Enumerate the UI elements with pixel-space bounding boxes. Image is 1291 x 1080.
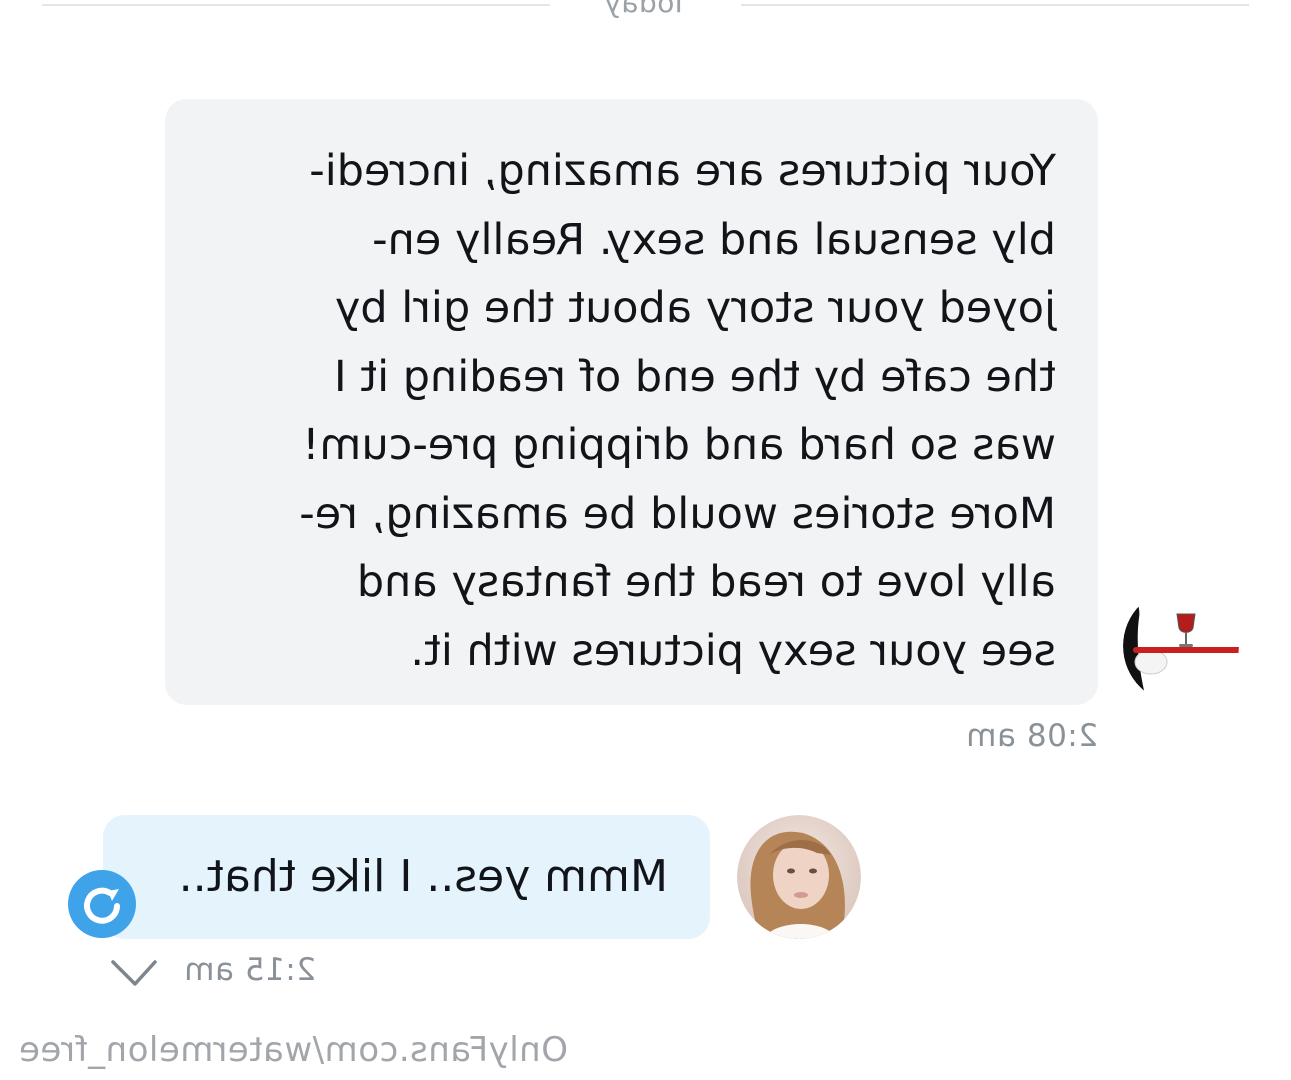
message-line: see your sexy pictures with it. (410, 625, 1056, 676)
outgoing-message-time: 2:15 am (183, 952, 316, 988)
message-line: bly sensual and sexy. Really en- (372, 214, 1056, 265)
date-divider: Today (603, 0, 688, 19)
tip-refresh-icon[interactable] (67, 869, 137, 939)
message-line: More stories would be amazing, re- (299, 488, 1056, 539)
message-line: was so hard and dripping pre-cum! (302, 420, 1056, 470)
creator-avatar[interactable] (737, 815, 861, 939)
double-check-icon (109, 956, 159, 990)
message-line: the cafe by the end of reading it I (333, 351, 1056, 402)
outgoing-message-bubble[interactable]: Mmm yes.. I like that.. (103, 815, 710, 939)
message-line: joyed your story about the girl by (334, 283, 1056, 333)
message-line: Your pictures are amazing, incredi- (309, 146, 1056, 196)
incoming-message-time: 2:08 am (965, 718, 1098, 754)
chat-screen: Today Your pictures are amazing, incredi… (0, 0, 1291, 1080)
incoming-message-bubble[interactable]: Your pictures are amazing, incredi- bly … (165, 99, 1098, 705)
creator-photo-avatar (737, 815, 861, 939)
sender-avatar[interactable] (1123, 588, 1239, 704)
message-line: ally love to read the fantasy and (356, 557, 1056, 607)
message-text: Mmm yes.. I like that.. (178, 851, 668, 902)
wine-glass-tray-icon (1123, 588, 1239, 704)
watermark-text: OnlyFans.com/watermelon_free (18, 1030, 568, 1070)
